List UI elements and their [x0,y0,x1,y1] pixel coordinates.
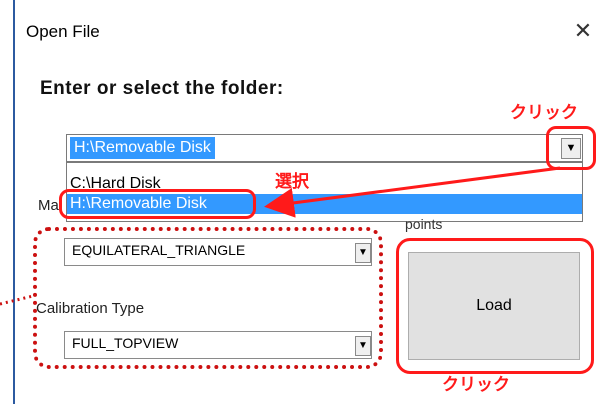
annotation-dotted-connector [0,294,34,306]
annotation-overlay [0,166,561,306]
annotation-arrow [264,166,561,218]
